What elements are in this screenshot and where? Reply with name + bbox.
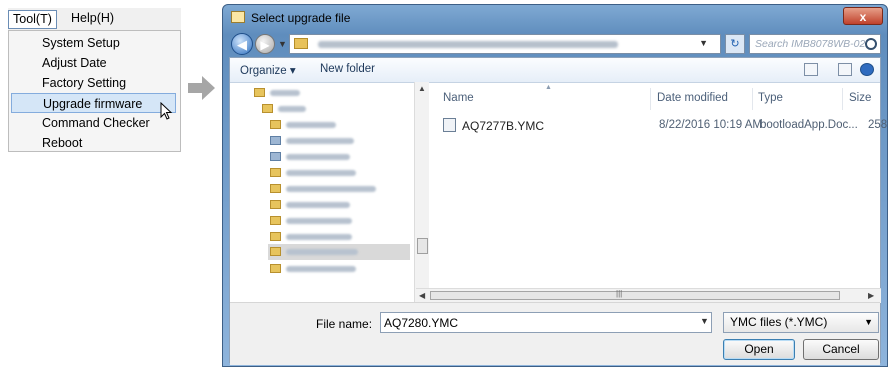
- arrow-right-icon: [188, 76, 215, 100]
- tree-item-selected[interactable]: [268, 244, 410, 260]
- folder-icon: [270, 120, 281, 129]
- column-header-type[interactable]: Type: [758, 92, 783, 104]
- menu-item-system-setup[interactable]: System Setup: [11, 33, 176, 53]
- tree-label-blurred: [286, 138, 354, 144]
- column-header-name[interactable]: Name: [443, 92, 474, 104]
- file-icon: [443, 118, 456, 132]
- tree-label-blurred: [286, 122, 336, 128]
- tree-label-blurred: [286, 186, 376, 192]
- navigation-bar: ◀ ▶ ▼ ▼ ↻ Search IMB8078WB-02EN_010: [229, 31, 881, 57]
- filter-dropdown-icon[interactable]: ▼: [864, 313, 873, 332]
- help-icon[interactable]: [860, 63, 874, 76]
- file-type-filter-label: YMC files (*.YMC): [730, 315, 828, 329]
- back-icon[interactable]: ◀: [231, 33, 253, 55]
- tree-label-blurred: [286, 234, 352, 240]
- tree-label-blurred: [286, 170, 356, 176]
- folder-icon: [270, 232, 281, 241]
- column-header-date[interactable]: Date modified: [657, 92, 728, 104]
- scroll-up-icon[interactable]: ▲: [418, 84, 426, 93]
- file-name: AQ7277B.YMC: [462, 119, 545, 133]
- search-icon[interactable]: [865, 38, 877, 50]
- tool-dropdown-menu: System Setup Adjust Date Factory Setting…: [8, 30, 181, 152]
- tree-label-blurred: [286, 154, 350, 160]
- scroll-grip-icon: |||: [616, 289, 623, 298]
- menu-help[interactable]: Help(H): [67, 10, 118, 27]
- address-path-blurred: [318, 41, 618, 48]
- file-row[interactable]: AQ7277B.YMC 8/22/2016 10:19 AM bootloadA…: [443, 118, 887, 134]
- file-type-filter[interactable]: YMC files (*.YMC) ▼: [723, 312, 879, 333]
- tree-label-blurred: [286, 202, 350, 208]
- file-date: 8/22/2016 10:19 AM: [659, 119, 762, 131]
- dialog-client-area: Organize ▾ New folder ▲ ▼ Nam: [229, 57, 887, 365]
- forward-icon[interactable]: ▶: [255, 34, 275, 54]
- horizontal-scroll-thumb[interactable]: [430, 291, 840, 300]
- close-button[interactable]: x: [843, 7, 883, 25]
- menu-bar: Tool(T) Help(H): [8, 8, 181, 31]
- tree-label-blurred: [286, 249, 358, 255]
- folder-icon: [294, 38, 308, 49]
- column-separator[interactable]: [752, 88, 753, 110]
- folder-icon: [270, 247, 281, 256]
- folder-icon: [270, 136, 281, 145]
- dialog-title: Select upgrade file: [251, 11, 351, 25]
- dialog-app-icon: [231, 11, 245, 23]
- new-folder-button[interactable]: New folder: [320, 63, 375, 75]
- menu-item-factory-setting[interactable]: Factory Setting: [11, 73, 176, 93]
- preview-pane-icon[interactable]: [838, 63, 852, 76]
- folder-icon: [270, 264, 281, 273]
- folder-tree[interactable]: [230, 82, 426, 292]
- address-bar[interactable]: ▼: [289, 34, 721, 54]
- folder-icon: [270, 168, 281, 177]
- file-type: bootloadApp.Doc...: [760, 119, 858, 131]
- menu-item-command-checker[interactable]: Command Checker: [11, 113, 176, 133]
- file-open-dialog: Select upgrade file x ◀ ▶ ▼ ▼ ↻ Search I…: [222, 4, 888, 367]
- sort-ascending-icon: ▲: [545, 84, 552, 91]
- menu-tool[interactable]: Tool(T): [8, 10, 57, 29]
- horizontal-scrollbar[interactable]: ◀ ||| ▶: [416, 288, 881, 303]
- address-dropdown-icon[interactable]: ▼: [699, 38, 708, 48]
- folder-icon: [270, 184, 281, 193]
- column-separator[interactable]: [650, 88, 651, 110]
- scroll-left-icon[interactable]: ◀: [419, 291, 425, 300]
- scroll-right-icon[interactable]: ▶: [868, 291, 874, 300]
- organize-button[interactable]: Organize ▾: [240, 63, 296, 77]
- cancel-button[interactable]: Cancel: [803, 339, 879, 360]
- search-box[interactable]: Search IMB8078WB-02EN_010: [749, 34, 881, 54]
- folder-icon: [270, 200, 281, 209]
- file-name-dropdown-icon[interactable]: ▼: [700, 316, 709, 326]
- folder-icon: [262, 104, 273, 113]
- column-header-size[interactable]: Size: [849, 92, 871, 104]
- tree-scroll-thumb[interactable]: [417, 238, 428, 254]
- file-name-label: File name:: [316, 317, 373, 331]
- recent-pages-chevron-icon[interactable]: ▼: [278, 39, 287, 49]
- file-name-input[interactable]: [380, 312, 712, 333]
- tree-label-blurred: [286, 218, 352, 224]
- tree-label-blurred: [286, 266, 356, 272]
- file-size: 258: [868, 119, 888, 131]
- open-button[interactable]: Open: [723, 339, 795, 360]
- dialog-toolbar: Organize ▾ New folder: [230, 58, 880, 83]
- folder-icon: [270, 152, 281, 161]
- search-input[interactable]: Search IMB8078WB-02EN_010: [755, 38, 865, 50]
- refresh-icon[interactable]: ↻: [725, 34, 745, 54]
- dialog-footer: File name: ▼ YMC files (*.YMC) ▼ Open Ca…: [230, 302, 880, 365]
- dialog-titlebar[interactable]: Select upgrade file x: [223, 5, 887, 31]
- folder-icon: [254, 88, 265, 97]
- folder-icon: [270, 216, 281, 225]
- menu-item-reboot[interactable]: Reboot: [11, 133, 176, 153]
- mouse-cursor-icon: [160, 102, 173, 120]
- tree-label-blurred: [278, 106, 306, 112]
- menu-item-adjust-date[interactable]: Adjust Date: [11, 53, 176, 73]
- view-options-icon[interactable]: [804, 63, 818, 76]
- menu-item-upgrade-firmware[interactable]: Upgrade firmware: [11, 93, 176, 113]
- column-separator[interactable]: [842, 88, 843, 110]
- tree-label-blurred: [270, 90, 300, 96]
- tree-scrollbar[interactable]: ▲ ▼: [414, 82, 429, 302]
